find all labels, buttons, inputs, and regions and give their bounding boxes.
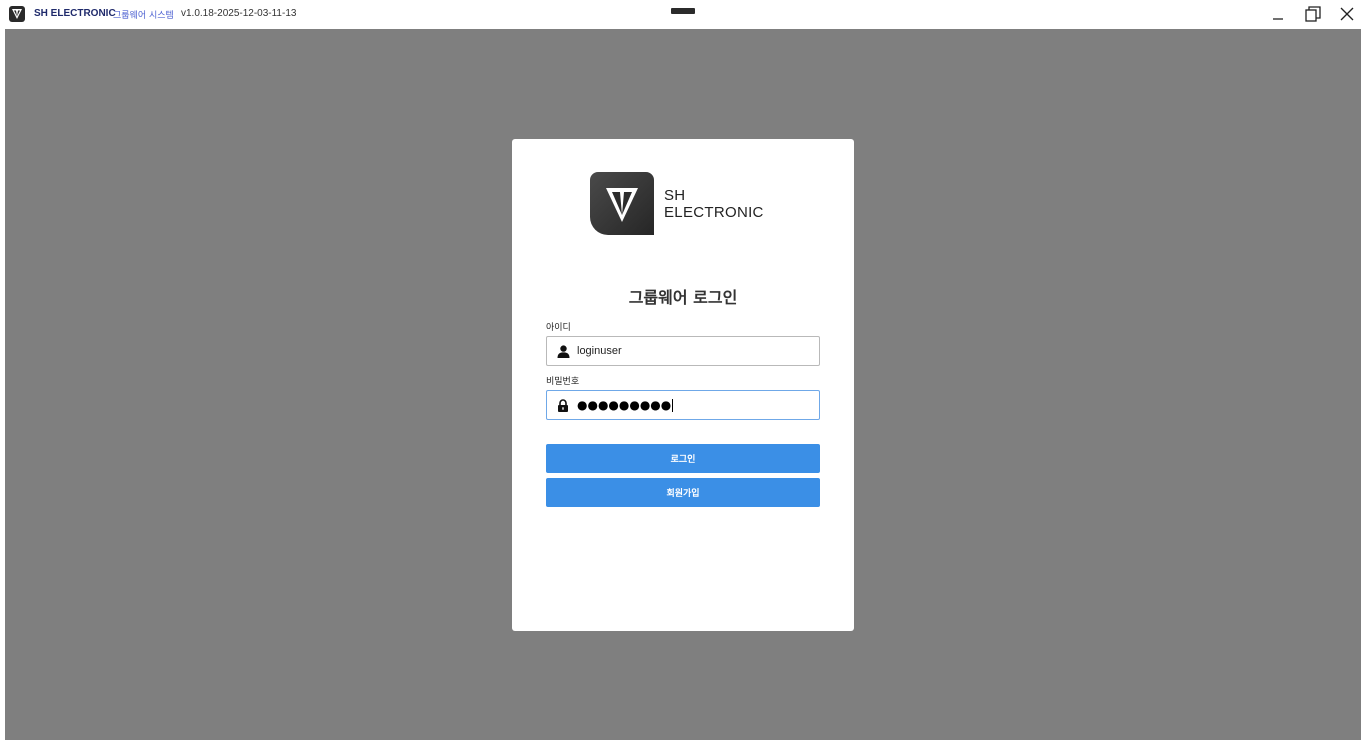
lock-icon	[556, 398, 570, 412]
brand-name: SH ELECTRONIC	[664, 187, 764, 221]
user-icon	[556, 344, 570, 358]
signup-button[interactable]: 회원가입	[546, 478, 820, 507]
login-title: 그룹웨어 로그인	[628, 288, 738, 307]
password-input[interactable]: ●●●●●●●●●	[577, 398, 671, 412]
brand-line-1: SH	[664, 187, 686, 204]
brand-line-2: ELECTRONIC	[664, 204, 764, 221]
sh-logo-icon	[590, 172, 654, 235]
restore-icon	[1305, 6, 1321, 22]
restore-button[interactable]	[1301, 4, 1325, 24]
login-button[interactable]: 로그인	[546, 444, 820, 473]
id-input[interactable]	[577, 345, 807, 357]
close-button[interactable]	[1335, 4, 1359, 24]
title-bar[interactable]: SH ELECTRONIC 그룹웨어 시스템 v1.0.18-2025-12-0…	[0, 0, 1364, 29]
app-version: v1.0.18-2025-12-03-11-13	[181, 8, 297, 19]
drag-handle[interactable]	[671, 8, 695, 14]
id-field[interactable]	[546, 336, 820, 366]
app-subtitle: 그룹웨어 시스템	[113, 11, 174, 21]
password-field[interactable]: ●●●●●●●●●	[546, 390, 820, 420]
login-card: SH ELECTRONIC 그룹웨어 로그인 아이디 비밀번호 ●●●●●●●●…	[512, 139, 854, 631]
app-name: SH ELECTRONIC	[34, 8, 116, 19]
close-icon	[1340, 7, 1354, 21]
sh-logo-icon	[9, 6, 25, 22]
id-label: 아이디	[546, 323, 571, 333]
password-label: 비밀번호	[546, 377, 580, 387]
minimize-icon	[1273, 18, 1283, 20]
text-cursor	[672, 398, 674, 412]
minimize-button[interactable]	[1266, 4, 1290, 24]
